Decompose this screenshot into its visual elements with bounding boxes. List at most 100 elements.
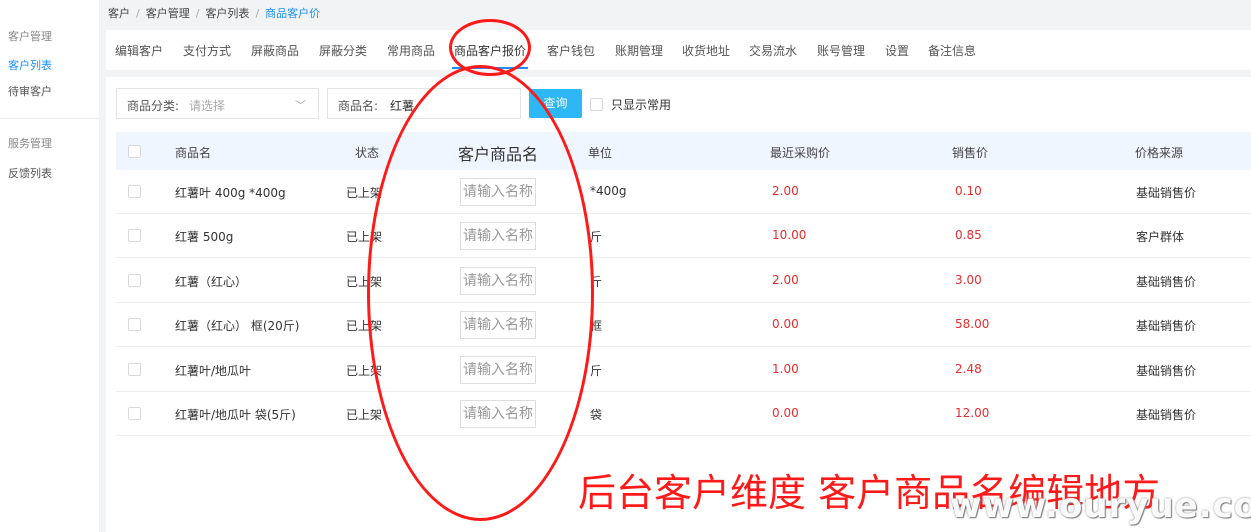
tab-common-products[interactable]: 常用商品 <box>387 42 435 59</box>
tab-account-management[interactable]: 账号管理 <box>817 42 865 59</box>
header-last-purchase-price: 最近采购价 <box>770 146 831 160</box>
customer-product-name-input[interactable] <box>460 266 536 295</box>
table-header: 商品名 状态 客户商品名 单位 最近采购价 销售价 价格来源 <box>116 132 1251 170</box>
tab-product-customer-quote[interactable]: 商品客户报价 <box>454 42 526 59</box>
row-checkbox[interactable] <box>128 229 141 243</box>
only-common-toggle[interactable]: 只显示常用 <box>590 96 671 113</box>
cell-unit: 斤 <box>590 230 603 245</box>
cell-sale-price: 12.00 <box>955 406 990 420</box>
cell-product-name: 红薯叶 400g *400g <box>175 186 286 200</box>
tab-edit-customer[interactable]: 编辑客户 <box>115 42 163 59</box>
only-common-checkbox[interactable] <box>590 98 603 111</box>
cell-unit: 斤 <box>590 274 603 289</box>
tab-settings[interactable]: 设置 <box>885 42 909 59</box>
cell-sale-price: 58.00 <box>955 317 990 332</box>
tab-shipping-address[interactable]: 收货地址 <box>682 42 730 59</box>
table-row: 红薯叶/地瓜叶 已上架 斤 1.00 2.48 基础销售价 <box>116 347 1251 392</box>
breadcrumb-current: 商品客户价 <box>265 7 321 20</box>
cell-status: 已上架 <box>346 274 383 289</box>
header-unit: 单位 <box>588 146 613 160</box>
cell-last-purchase-price: 0.00 <box>772 406 799 420</box>
customer-product-name-input[interactable] <box>460 400 536 428</box>
sidebar-item-customer-list[interactable]: 客户列表 <box>8 57 52 73</box>
sidebar-group-service-management: 服务管理 <box>8 137 52 150</box>
row-checkbox[interactable] <box>128 318 141 332</box>
header-status: 状态 <box>355 146 380 160</box>
cell-sale-price: 2.48 <box>955 361 982 376</box>
tab-blocked-products[interactable]: 屏蔽商品 <box>251 42 299 59</box>
category-label: 商品分类: <box>127 99 180 113</box>
cell-last-purchase-price: 2.00 <box>772 184 799 198</box>
cell-price-source: 基础销售价 <box>1136 408 1197 422</box>
tab-notes[interactable]: 备注信息 <box>928 42 976 59</box>
cell-sale-price: 0.10 <box>955 184 982 198</box>
chevron-down-icon: ﹀ <box>295 99 306 112</box>
tab-transactions[interactable]: 交易流水 <box>749 42 797 59</box>
cell-product-name: 红薯 500g <box>175 230 234 245</box>
cell-price-source: 基础销售价 <box>1136 319 1197 334</box>
cell-product-name: 红薯（红心） <box>175 274 248 289</box>
breadcrumb-separator: / <box>255 7 260 20</box>
customer-product-name-input[interactable] <box>460 355 536 384</box>
cell-last-purchase-price: 10.00 <box>772 228 807 243</box>
cell-sale-price: 0.85 <box>955 228 982 243</box>
cell-status: 已上架 <box>346 230 383 245</box>
sidebar: 客户管理 客户列表 待审客户 服务管理 反馈列表 <box>0 0 100 532</box>
cell-status: 已上架 <box>346 363 383 378</box>
main-area: 客户 / 客户管理 / 客户列表 / 商品客户价 编辑客户 支付方式 屏蔽商品 屏蔽分类 常… <box>100 0 1251 532</box>
select-all-checkbox[interactable] <box>128 145 141 158</box>
sidebar-group-customer-management: 客户管理 <box>8 30 52 43</box>
only-common-label: 只显示常用 <box>611 98 672 112</box>
row-checkbox[interactable] <box>128 273 141 287</box>
cell-price-source: 基础销售价 <box>1136 363 1197 378</box>
customer-product-name-input[interactable] <box>460 222 536 251</box>
cell-unit: 框 <box>590 319 603 334</box>
sidebar-item-pending-customers[interactable]: 待审客户 <box>8 83 52 99</box>
breadcrumb-item[interactable]: 客户 <box>108 5 130 21</box>
product-name-input[interactable]: 商品名: 红薯 <box>327 88 521 119</box>
row-checkbox[interactable] <box>128 407 141 420</box>
header-product-name: 商品名 <box>175 146 212 160</box>
table-row: 红薯叶/地瓜叶 袋(5斤) 已上架 袋 0.00 12.00 基础销售价 <box>116 392 1251 436</box>
sidebar-divider <box>0 118 100 119</box>
active-tab-indicator <box>452 67 528 69</box>
header-price-source: 价格来源 <box>1135 146 1184 160</box>
query-button[interactable]: 查询 <box>529 89 582 118</box>
product-name-label: 商品名: <box>338 99 379 113</box>
header-customer-product-name: 客户商品名 <box>458 145 539 164</box>
cell-price-source: 基础销售价 <box>1136 186 1197 200</box>
customer-product-name-input[interactable] <box>460 311 536 340</box>
cell-unit: *400g <box>590 184 627 198</box>
category-select[interactable]: 商品分类: 请选择 ﹀ <box>116 88 319 119</box>
breadcrumb: 客户 / 客户管理 / 客户列表 / 商品客户价 <box>108 5 320 21</box>
table-row: 红薯（红心） 框(20斤) 已上架 框 0.00 58.00 基础销售价 <box>116 303 1251 348</box>
tab-payment-method[interactable]: 支付方式 <box>183 42 231 59</box>
breadcrumb-item[interactable]: 客户列表 <box>205 5 249 21</box>
row-checkbox[interactable] <box>128 185 141 198</box>
breadcrumb-item[interactable]: 客户管理 <box>146 5 190 21</box>
table-row: 红薯 500g 已上架 斤 10.00 0.85 客户群体 <box>116 214 1251 259</box>
cell-last-purchase-price: 2.00 <box>772 272 799 287</box>
tab-customer-wallet[interactable]: 客户钱包 <box>547 42 595 59</box>
cell-product-name: 红薯叶/地瓜叶 <box>175 363 252 378</box>
cell-unit: 斤 <box>590 363 603 378</box>
tab-blocked-categories[interactable]: 屏蔽分类 <box>319 42 367 59</box>
cell-product-name: 红薯叶/地瓜叶 袋(5斤) <box>175 408 296 422</box>
row-checkbox[interactable] <box>128 362 141 376</box>
breadcrumb-separator: / <box>136 7 140 20</box>
sidebar-item-feedback-list[interactable]: 反馈列表 <box>8 165 52 181</box>
table-row: 红薯叶 400g *400g 已上架 *400g 2.00 0.10 基础销售价 <box>116 170 1251 214</box>
product-name-value: 红薯 <box>390 99 415 113</box>
cell-price-source: 客户群体 <box>1136 230 1185 245</box>
category-placeholder: 请选择 <box>189 99 226 113</box>
customer-product-name-input[interactable] <box>460 178 536 206</box>
header-sale-price: 销售价 <box>952 146 989 160</box>
cell-status: 已上架 <box>346 319 383 334</box>
tab-credit-period[interactable]: 账期管理 <box>615 42 663 59</box>
cell-last-purchase-price: 0.00 <box>772 317 799 332</box>
cell-last-purchase-price: 1.00 <box>772 361 799 376</box>
breadcrumb-separator: / <box>195 7 200 20</box>
cell-status: 已上架 <box>346 408 383 422</box>
table-row: 红薯（红心） 已上架 斤 2.00 3.00 基础销售价 <box>116 258 1251 303</box>
cell-status: 已上架 <box>346 186 383 200</box>
